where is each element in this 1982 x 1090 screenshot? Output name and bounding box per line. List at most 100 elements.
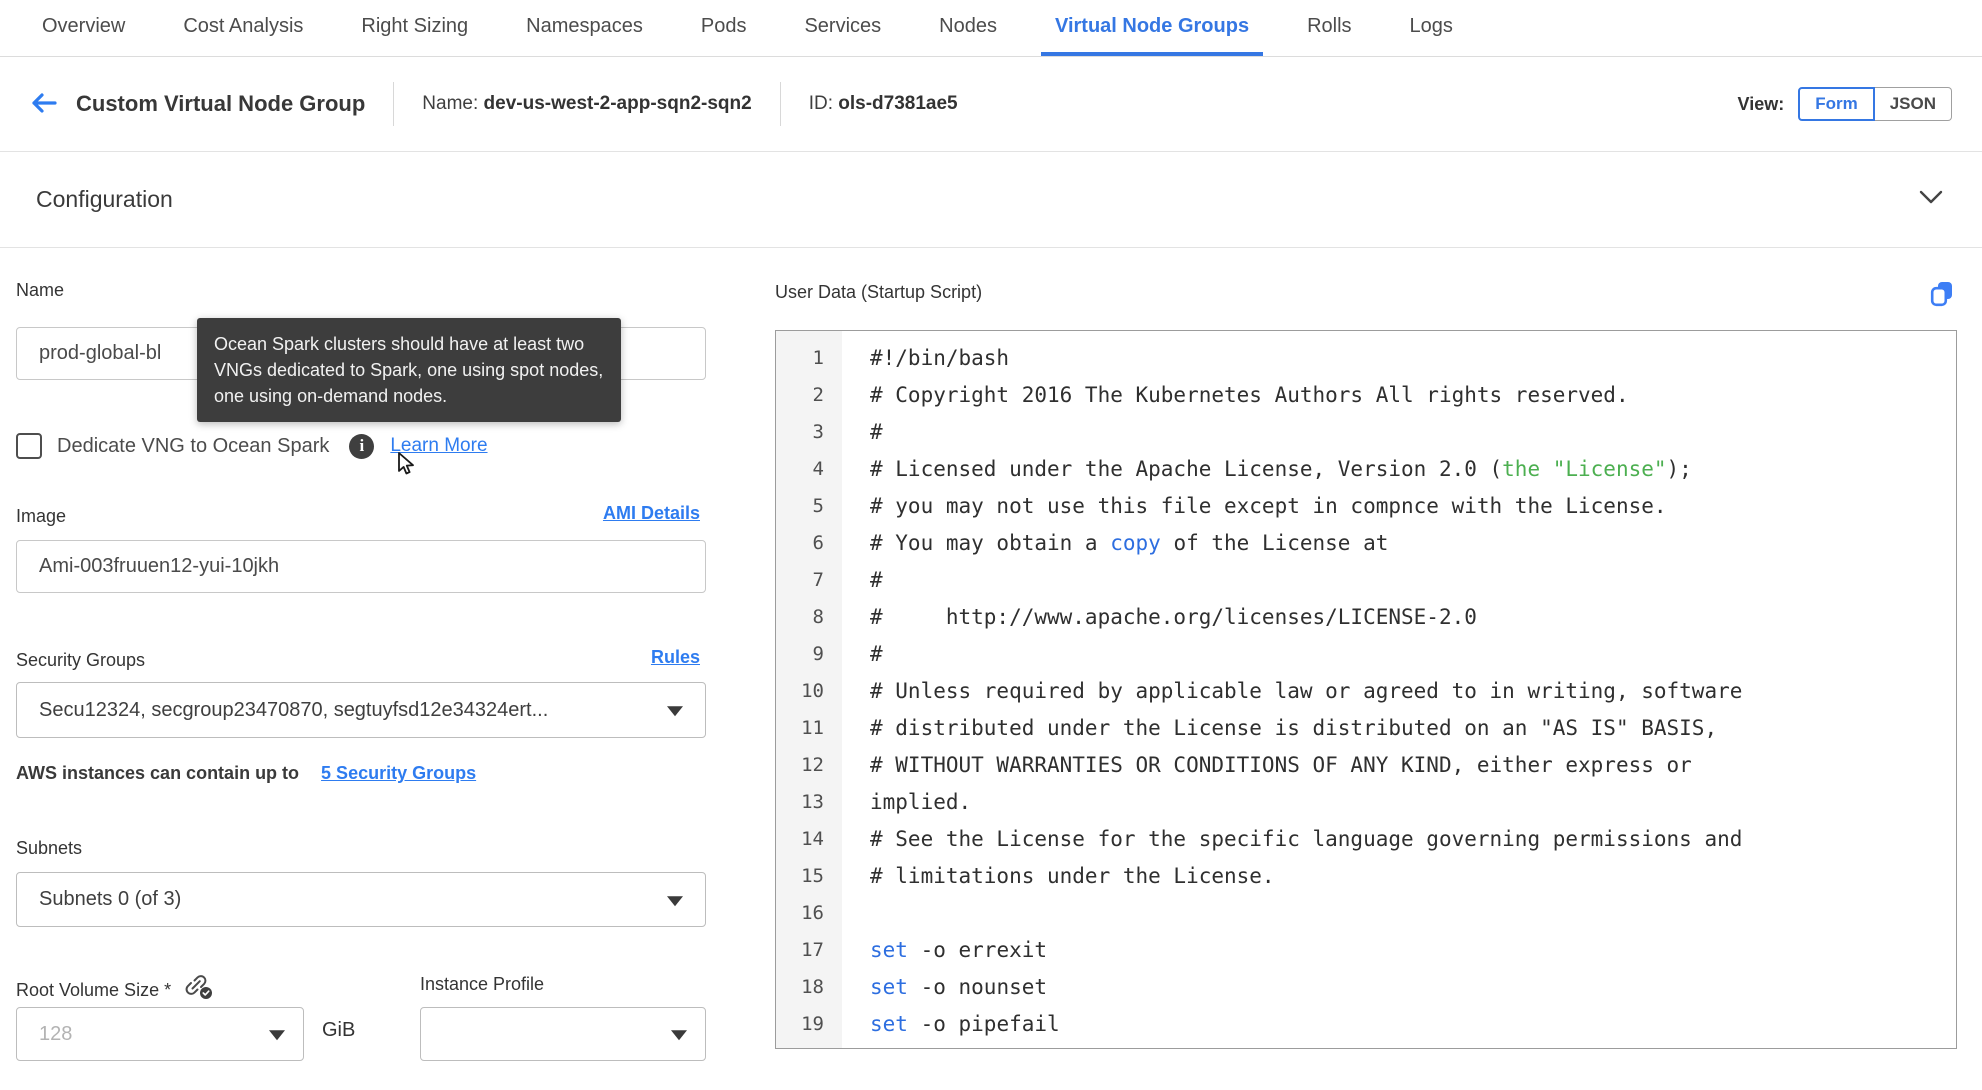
subnets-dropdown[interactable]: Subnets 0 (of 3): [16, 872, 706, 927]
vng-name-label: Name:: [422, 93, 479, 114]
tooltip: Ocean Spark clusters should have at leas…: [197, 318, 621, 422]
rules-link[interactable]: Rules: [651, 647, 700, 668]
root-volume-label-row: Root Volume Size *: [16, 974, 215, 1006]
line-number: 9: [812, 642, 824, 665]
view-segmented-control: Form JSON: [1798, 87, 1952, 121]
code-line: 11 # distributed under the License is dis…: [776, 709, 1956, 746]
note-text: AWS instances can contain up to: [16, 763, 300, 783]
code-text: #: [870, 567, 883, 592]
view-json-button[interactable]: JSON: [1874, 87, 1952, 121]
code-line: 17 set -o errexit: [776, 931, 1956, 968]
code-text: set -o errexit: [870, 937, 1048, 962]
copy-icon: [1929, 280, 1955, 311]
back-button[interactable]: [30, 91, 58, 118]
view-label: View:: [1737, 93, 1785, 114]
link-icon[interactable]: [185, 974, 215, 1006]
line-number: 18: [801, 975, 824, 998]
line-number: 19: [801, 1012, 824, 1035]
configuration-title: Configuration: [36, 186, 173, 212]
line-number: 14: [801, 827, 824, 850]
vng-name-value: dev-us-west-2-app-sqn2-sqn2: [483, 93, 752, 114]
image-label: Image: [16, 506, 67, 526]
code-line: 16: [776, 894, 1956, 931]
dedicate-vng-checkbox[interactable]: [16, 433, 42, 459]
code-line: 19 set -o pipefail: [776, 1005, 1956, 1042]
code-line: 12 # WITHOUT WARRANTIES OR CONDITIONS OF …: [776, 746, 1956, 783]
tab-virtual-node-groups[interactable]: Virtual Node Groups: [1040, 0, 1264, 56]
code-text: # Copyright 2016 The Kubernetes Authors …: [870, 382, 1629, 407]
line-number: 7: [812, 568, 824, 591]
line-number: 13: [801, 790, 824, 813]
code-text: set -o pipefail: [870, 1011, 1060, 1036]
code-editor[interactable]: 1 #!/bin/bash 2 # Copyright 2016 The Kubern…: [775, 330, 1957, 1049]
security-groups-dropdown[interactable]: Secu12324, secgroup23470870, segtuyfsd12…: [16, 682, 706, 738]
name-label: Name: [16, 280, 65, 300]
security-groups-label: Security Groups: [16, 650, 146, 670]
info-icon[interactable]: i: [349, 433, 375, 459]
subnets-label: Subnets: [16, 838, 83, 858]
code-text: # distributed under the License is distr…: [870, 715, 1718, 740]
instance-profile-select[interactable]: [420, 1007, 706, 1061]
view-toggle: View: Form JSON: [1738, 87, 1952, 121]
code-text: implied.: [870, 789, 972, 814]
line-number: 5: [812, 494, 824, 517]
security-groups-value: Secu12324, secgroup23470870, segtuyfsd12…: [39, 698, 549, 721]
line-number: 17: [801, 938, 824, 961]
code-line: 3 #: [776, 413, 1956, 450]
tab-label: Cost Analysis: [183, 14, 304, 37]
configuration-section-header[interactable]: Configuration: [0, 152, 1982, 248]
code-text: # WITHOUT WARRANTIES OR CONDITIONS OF AN…: [870, 752, 1692, 777]
line-number: 6: [812, 531, 824, 554]
chevron-down-icon[interactable]: [1918, 189, 1944, 210]
vng-id-label: ID:: [808, 93, 833, 114]
code-text: # http://www.apache.org/licenses/LICENSE…: [870, 604, 1477, 629]
code-text: # you may not use this file except in co…: [870, 493, 1667, 518]
tab-label: Rolls: [1307, 14, 1352, 37]
code-text: # Licensed under the Apache License, Ver…: [870, 456, 1692, 481]
tab-nodes[interactable]: Nodes: [925, 0, 1011, 56]
code-line: 7 #: [776, 561, 1956, 598]
code-editor-lines: 1 #!/bin/bash 2 # Copyright 2016 The Kubern…: [776, 331, 1956, 1048]
line-number: 3: [812, 420, 824, 443]
tab-right-sizing[interactable]: Right Sizing: [347, 0, 482, 56]
code-text: # Unless required by applicable law or a…: [870, 678, 1743, 703]
code-line: 13 implied.: [776, 783, 1956, 820]
tab-label: Pods: [700, 14, 747, 37]
image-input[interactable]: [16, 540, 706, 593]
code-line: 18 set -o nounset: [776, 968, 1956, 1005]
code-line: 2 # Copyright 2016 The Kubernetes Authors…: [776, 376, 1956, 413]
ami-details-link[interactable]: AMI Details: [603, 503, 700, 524]
tab-cost-analysis[interactable]: Cost Analysis: [169, 0, 317, 56]
tab-pods[interactable]: Pods: [687, 0, 761, 56]
root-volume-label: Root Volume Size *: [16, 979, 172, 1000]
view-form-button[interactable]: Form: [1798, 87, 1875, 121]
root-volume-size-select[interactable]: 128: [16, 1007, 304, 1061]
vng-id-value: ols-d7381ae5: [838, 93, 958, 114]
code-text: #!/bin/bash: [870, 345, 1010, 370]
tab-rolls[interactable]: Rolls: [1293, 0, 1365, 56]
divider: [393, 82, 395, 126]
code-text: set -o nounset: [870, 974, 1048, 999]
line-number: 10: [801, 679, 824, 702]
back-arrow-icon: [30, 91, 58, 118]
tab-overview[interactable]: Overview: [28, 0, 139, 56]
tab-label: Services: [804, 14, 882, 37]
code-text: # See the License for the specific langu…: [870, 826, 1743, 851]
tab-label: Overview: [42, 14, 126, 37]
page-header: Custom Virtual Node Group Name: dev-us-w…: [0, 57, 1982, 152]
security-groups-note: AWS instances can contain up to 5 Securi…: [16, 763, 476, 784]
code-line: 10 # Unless required by applicable law or…: [776, 672, 1956, 709]
security-groups-count-link[interactable]: 5 Security Groups: [321, 763, 476, 784]
mouse-cursor-icon: [396, 452, 418, 483]
code-line: 8 # http://www.apache.org/licenses/LICENS…: [776, 598, 1956, 635]
vng-name: Name: dev-us-west-2-app-sqn2-sqn2: [422, 93, 751, 115]
tab-services[interactable]: Services: [790, 0, 895, 56]
tab-logs[interactable]: Logs: [1396, 0, 1467, 56]
page: { "colors":{"accent":"#3577e3","link":"#…: [0, 0, 1982, 1090]
tab-namespaces[interactable]: Namespaces: [512, 0, 657, 56]
gib-unit-label: GiB: [322, 1019, 356, 1041]
copy-button[interactable]: [1929, 280, 1955, 311]
line-number: 12: [801, 753, 824, 776]
code-line: 6 # You may obtain a copy of the License …: [776, 524, 1956, 561]
line-number: 11: [801, 716, 824, 739]
